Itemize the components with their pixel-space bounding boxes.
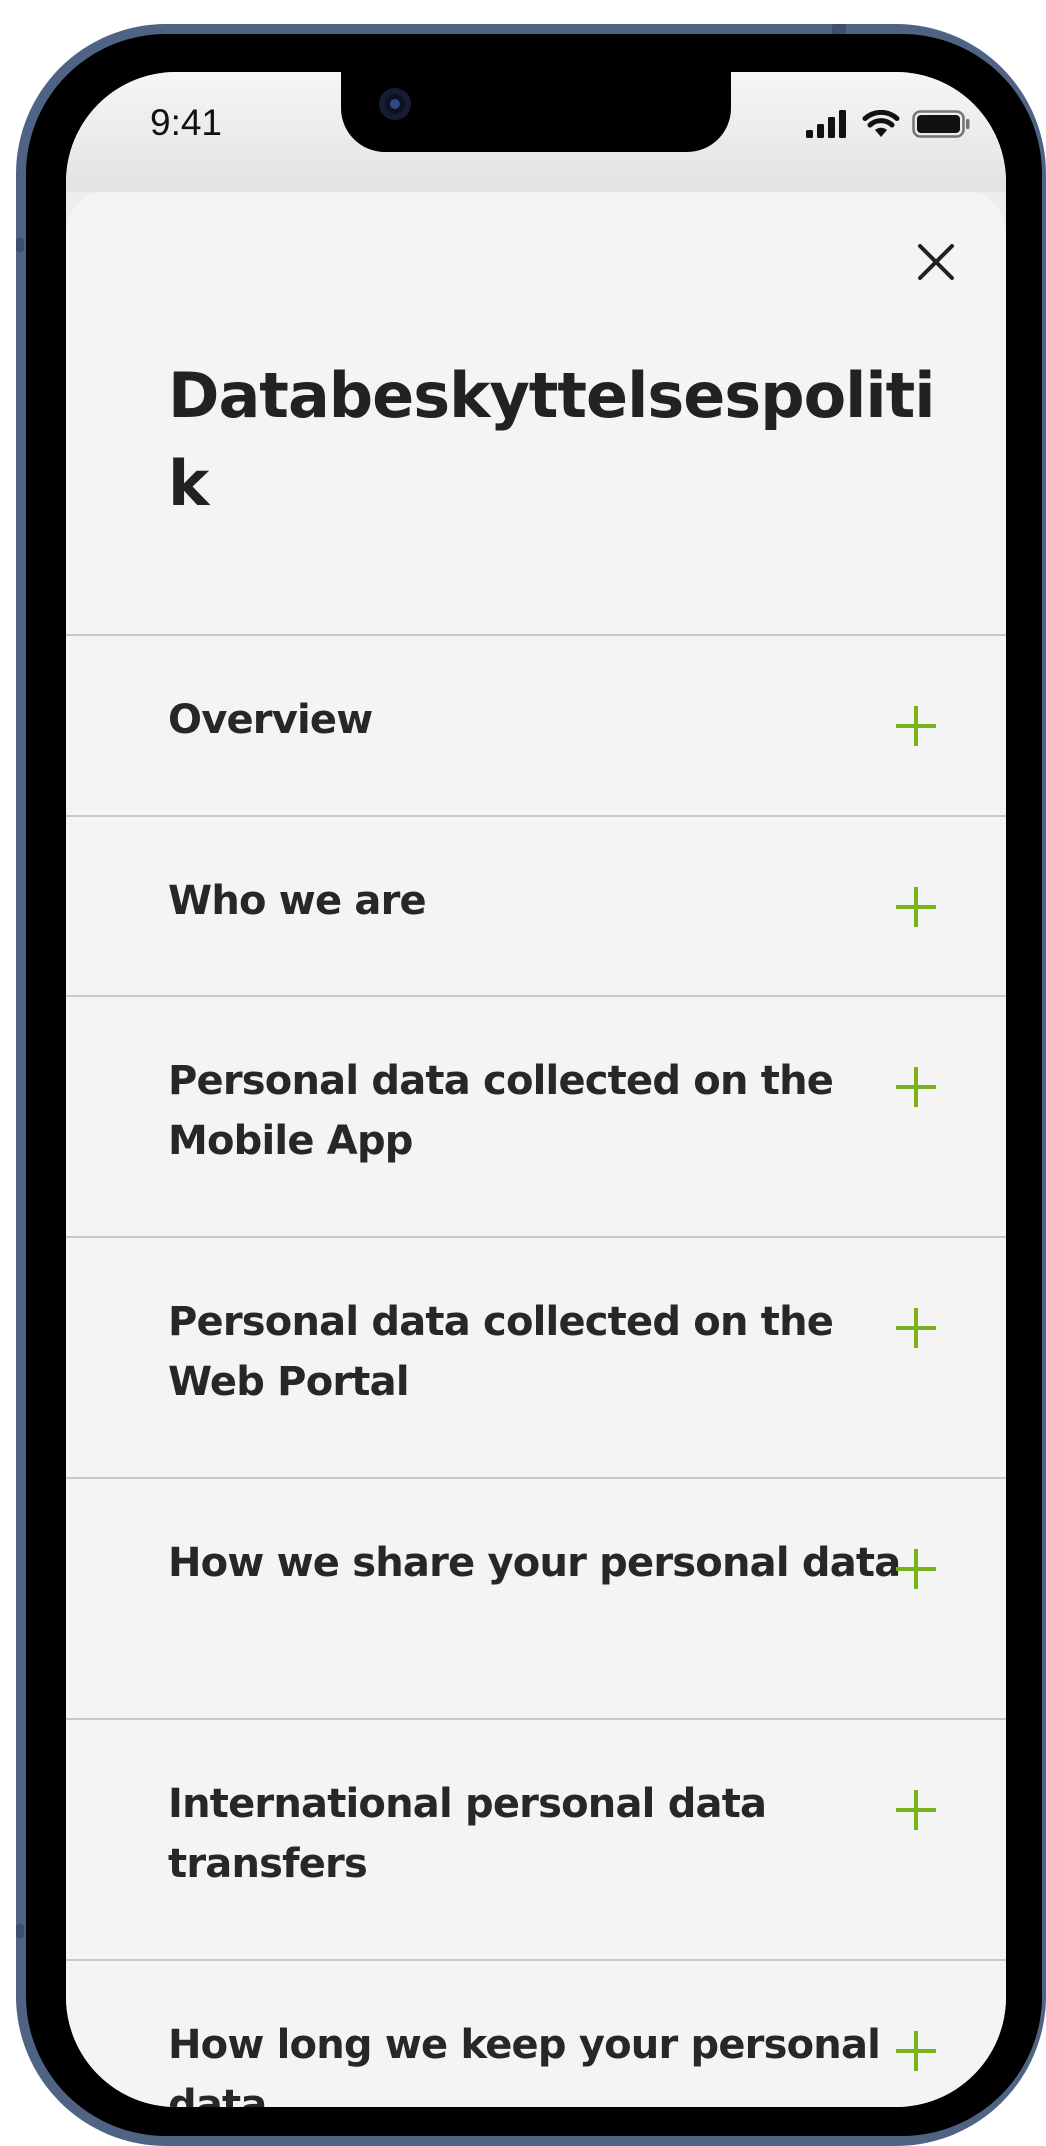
cellular-signal-icon (806, 110, 846, 138)
accordion-item-label: Who we are (168, 878, 427, 924)
accordion-item-overview[interactable]: Overview (66, 636, 1006, 817)
plus-icon (896, 1549, 936, 1589)
side-button-left-lower (16, 1924, 24, 1938)
accordion-item-web-portal-data[interactable]: Personal data collected on the Web Porta… (66, 1238, 1006, 1479)
plus-icon (896, 2031, 936, 2071)
close-icon (918, 244, 954, 280)
plus-icon (896, 887, 936, 927)
plus-icon (896, 1790, 936, 1830)
status-bar: 9:41 (66, 72, 1006, 192)
notch (341, 72, 731, 152)
accordion-item-label: Personal data collected on the Web Porta… (168, 1299, 834, 1405)
battery-icon (912, 110, 970, 138)
accordion-item-who-we-are[interactable]: Who we are (66, 817, 1006, 997)
accordion-item-data-sharing[interactable]: How we share your personal data (66, 1479, 1006, 1720)
accordion-item-label: How long we keep your personal data (168, 2022, 881, 2107)
policy-accordion: Overview Who we are Personal data collec… (66, 634, 1006, 2107)
page-title: Databeskyttelsespolitik (168, 359, 936, 520)
accordion-item-label: Overview (168, 697, 373, 743)
status-icons (806, 110, 970, 138)
accordion-item-label: International personal data transfers (168, 1781, 767, 1887)
wifi-icon (862, 110, 900, 137)
accordion-item-mobile-app-data[interactable]: Personal data collected on the Mobile Ap… (66, 997, 1006, 1238)
accordion-item-label: Personal data collected on the Mobile Ap… (168, 1058, 834, 1164)
camera-icon (379, 88, 411, 120)
accordion-item-label: How we share your personal data (168, 1540, 901, 1586)
plus-icon (896, 706, 936, 746)
accordion-item-data-retention[interactable]: How long we keep your personal data (66, 1961, 1006, 2107)
side-button-left-upper (16, 238, 24, 252)
privacy-policy-sheet: Databeskyttelsespolitik Overview Who we … (66, 192, 1006, 2107)
close-button[interactable] (906, 232, 966, 292)
status-time: 9:41 (150, 102, 223, 143)
plus-icon (896, 1067, 936, 1107)
accordion-item-international-transfers[interactable]: International personal data transfers (66, 1720, 1006, 1961)
screen: 9:41 Databeskyttelsespolitik Overview Wh… (66, 72, 1006, 2107)
plus-icon (896, 1308, 936, 1348)
